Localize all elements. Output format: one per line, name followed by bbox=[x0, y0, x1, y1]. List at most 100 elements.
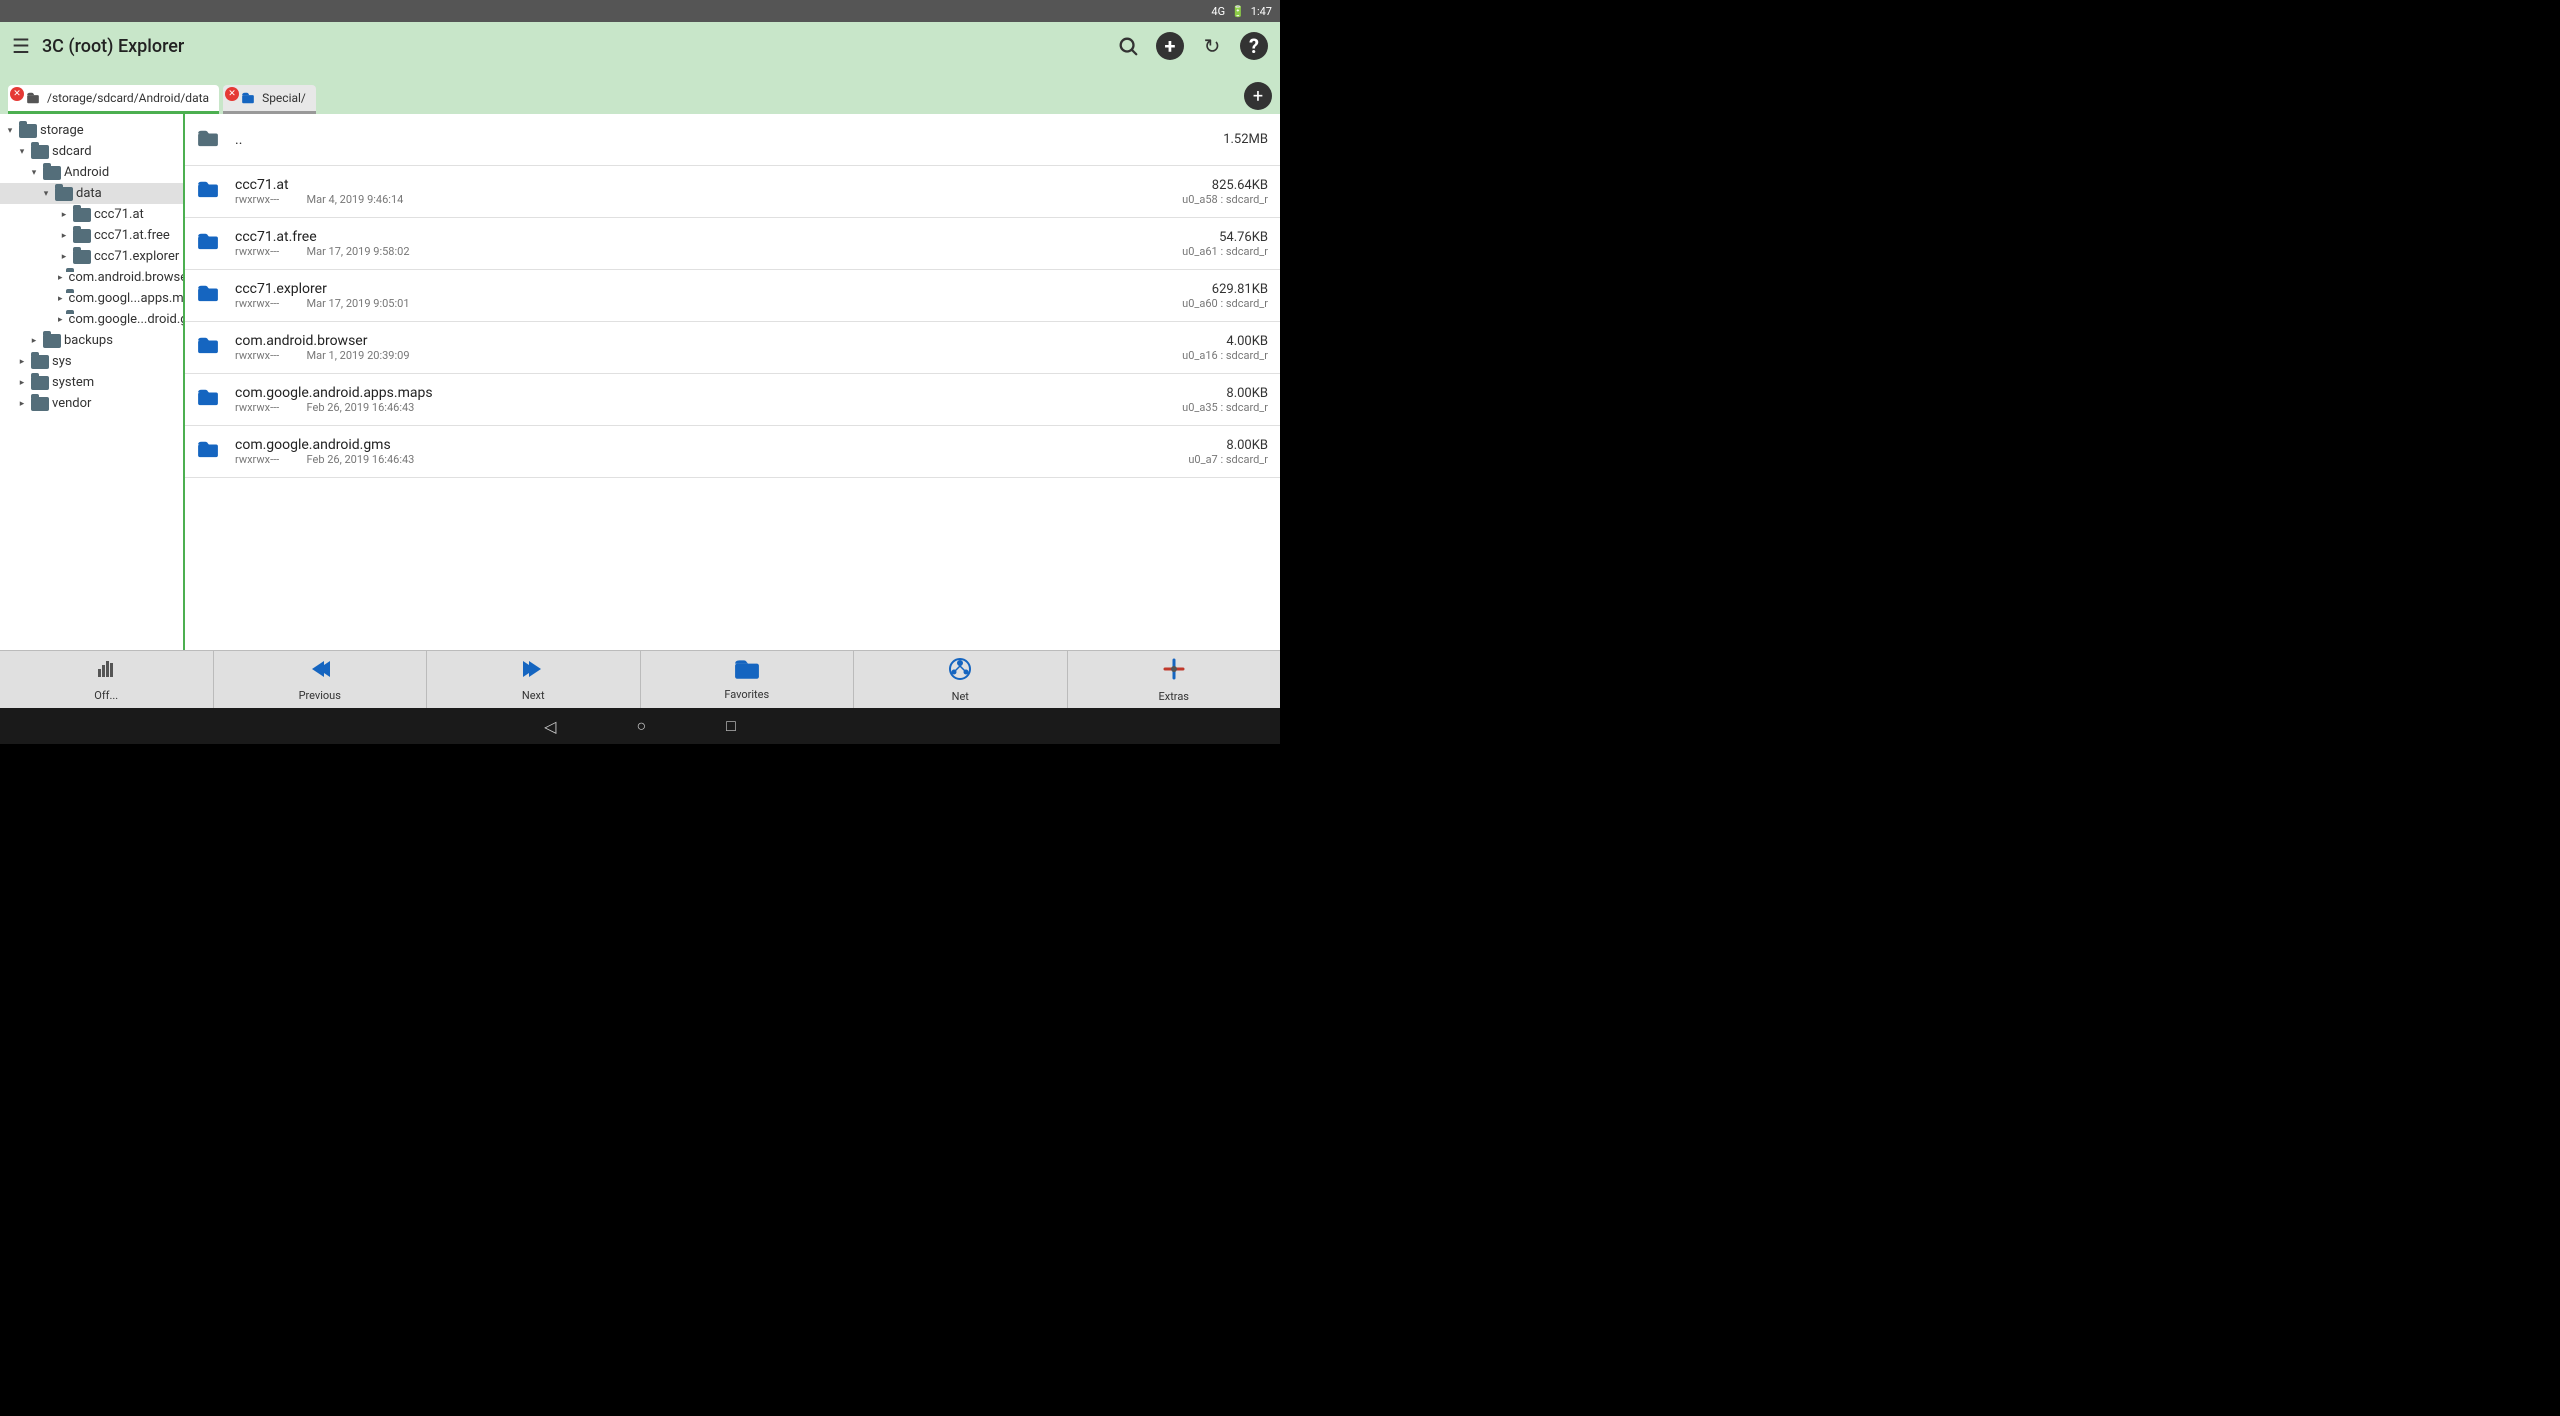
extras-button[interactable]: Extras bbox=[1068, 651, 1281, 708]
tree-item-googlegms[interactable]: ▸ com.google...droid.gms bbox=[0, 309, 183, 330]
file-row-combrowser[interactable]: com.android.browser rwxrwx--- Mar 1, 201… bbox=[185, 322, 1280, 374]
tree-item-ccc71explorer[interactable]: ▸ ccc71.explorer bbox=[0, 246, 183, 267]
tree-item-data[interactable]: ▾ data bbox=[0, 183, 183, 204]
file-info-googlegms: com.google.android.gms rwxrwx--- Feb 26,… bbox=[235, 437, 1188, 466]
tree-item-sys[interactable]: ▸ sys bbox=[0, 351, 183, 372]
file-meta-googlegms: rwxrwx--- Feb 26, 2019 16:46:43 bbox=[235, 453, 1188, 466]
folder-icon-googlemaps-file bbox=[197, 387, 225, 412]
tree-item-googlemaps[interactable]: ▸ com.googl...apps.maps bbox=[0, 288, 183, 309]
file-right-combrowser: 4.00KB u0_a16 : sdcard_r bbox=[1182, 334, 1268, 362]
back-button[interactable]: ◁ bbox=[544, 717, 556, 736]
off-button[interactable]: Off... bbox=[0, 651, 214, 708]
file-name-googlemaps: com.google.android.apps.maps bbox=[235, 385, 1182, 401]
next-button[interactable]: Next bbox=[427, 651, 641, 708]
file-row-ccc71atfree[interactable]: ccc71.at.free rwxrwx--- Mar 17, 2019 9:5… bbox=[185, 218, 1280, 270]
tree-item-backups[interactable]: ▸ backups bbox=[0, 330, 183, 351]
recent-button[interactable]: □ bbox=[726, 716, 736, 736]
tree-arrow-combrowser: ▸ bbox=[58, 273, 63, 283]
file-size-ccc71explorer: 629.81KB bbox=[1212, 282, 1268, 297]
tree-arrow-ccc71explorer: ▸ bbox=[58, 252, 70, 262]
folder-icon-ccc71at bbox=[73, 208, 91, 222]
add-icon[interactable]: + bbox=[1156, 32, 1184, 60]
tree-label-sys: sys bbox=[52, 354, 72, 369]
tree-arrow-googlemaps: ▸ bbox=[58, 294, 63, 304]
tree-item-combrowser[interactable]: ▸ com.android.browser bbox=[0, 267, 183, 288]
favorites-label: Favorites bbox=[724, 688, 769, 701]
tab-label-sdcard: /storage/sdcard/Android/data bbox=[47, 91, 209, 105]
tab-add-button[interactable]: + bbox=[1244, 82, 1272, 110]
folder-icon-ccc71atfree bbox=[73, 229, 91, 243]
file-row-parent[interactable]: .. 1.52MB bbox=[185, 114, 1280, 166]
file-meta-ccc71explorer: rwxrwx--- Mar 17, 2019 9:05:01 bbox=[235, 297, 1182, 310]
file-meta-ccc71at: rwxrwx--- Mar 4, 2019 9:46:14 bbox=[235, 193, 1182, 206]
folder-icon-parent bbox=[197, 128, 225, 152]
folder-icon-combrowser-file bbox=[197, 335, 225, 360]
action-icons: + ↻ ? bbox=[1114, 32, 1268, 60]
file-info-ccc71atfree: ccc71.at.free rwxrwx--- Mar 17, 2019 9:5… bbox=[235, 229, 1182, 258]
battery-indicator: 🔋 bbox=[1231, 5, 1245, 18]
net-label: Net bbox=[952, 690, 969, 703]
file-right-parent: 1.52MB bbox=[1223, 132, 1268, 147]
tab-special[interactable]: ✕ Special/ bbox=[223, 85, 316, 114]
net-icon bbox=[947, 656, 973, 688]
refresh-icon[interactable]: ↻ bbox=[1198, 32, 1226, 60]
tree-label-storage: storage bbox=[40, 123, 84, 138]
file-row-ccc71at[interactable]: ccc71.at rwxrwx--- Mar 4, 2019 9:46:14 8… bbox=[185, 166, 1280, 218]
extras-label: Extras bbox=[1159, 690, 1189, 703]
file-owner-googlegms: u0_a7 : sdcard_r bbox=[1188, 453, 1268, 466]
tree-item-android[interactable]: ▾ Android bbox=[0, 162, 183, 183]
tab-close-sdcard[interactable]: ✕ bbox=[10, 87, 24, 101]
time-display: 1:47 bbox=[1251, 5, 1272, 18]
file-info-googlemaps: com.google.android.apps.maps rwxrwx--- F… bbox=[235, 385, 1182, 414]
tree-label-sdcard: sdcard bbox=[52, 144, 92, 159]
tab-bar: ✕ /storage/sdcard/Android/data ✕ Special… bbox=[0, 70, 1280, 114]
file-panel: .. 1.52MB ccc71.at rwxrwx--- Mar 4, 2019… bbox=[185, 114, 1280, 650]
tree-arrow-sys: ▸ bbox=[16, 357, 28, 367]
tree-item-vendor[interactable]: ▸ vendor bbox=[0, 393, 183, 414]
file-right-ccc71at: 825.64KB u0_a58 : sdcard_r bbox=[1182, 178, 1268, 206]
folder-icon-ccc71explorer-file bbox=[197, 283, 225, 308]
off-icon bbox=[94, 657, 118, 687]
folder-icon-data bbox=[55, 187, 73, 201]
file-info-parent: .. bbox=[235, 132, 1223, 148]
file-right-ccc71atfree: 54.76KB u0_a61 : sdcard_r bbox=[1182, 230, 1268, 258]
help-icon[interactable]: ? bbox=[1240, 32, 1268, 60]
tab-close-special[interactable]: ✕ bbox=[225, 87, 239, 101]
file-right-googlegms: 8.00KB u0_a7 : sdcard_r bbox=[1188, 438, 1268, 466]
tree-item-ccc71atfree[interactable]: ▸ ccc71.at.free bbox=[0, 225, 183, 246]
tree-arrow-storage: ▾ bbox=[4, 126, 16, 136]
previous-button[interactable]: Previous bbox=[214, 651, 428, 708]
file-row-googlemaps[interactable]: com.google.android.apps.maps rwxrwx--- F… bbox=[185, 374, 1280, 426]
tree-item-storage[interactable]: ▾ storage bbox=[0, 120, 183, 141]
tab-sdcard[interactable]: ✕ /storage/sdcard/Android/data bbox=[8, 85, 219, 114]
net-button[interactable]: Net bbox=[854, 651, 1068, 708]
file-row-googlegms[interactable]: com.google.android.gms rwxrwx--- Feb 26,… bbox=[185, 426, 1280, 478]
folder-icon-ccc71atfree-file bbox=[197, 231, 225, 256]
file-size-ccc71atfree: 54.76KB bbox=[1219, 230, 1268, 245]
file-meta-ccc71atfree: rwxrwx--- Mar 17, 2019 9:58:02 bbox=[235, 245, 1182, 258]
file-owner-combrowser: u0_a16 : sdcard_r bbox=[1182, 349, 1268, 362]
file-name-ccc71explorer: ccc71.explorer bbox=[235, 281, 1182, 297]
tree-item-system[interactable]: ▸ system bbox=[0, 372, 183, 393]
tree-arrow-data: ▾ bbox=[40, 189, 52, 199]
search-icon[interactable] bbox=[1114, 32, 1142, 60]
tree-item-sdcard[interactable]: ▾ sdcard bbox=[0, 141, 183, 162]
tree-arrow-vendor: ▸ bbox=[16, 399, 28, 409]
tree-arrow-system: ▸ bbox=[16, 378, 28, 388]
file-row-ccc71explorer[interactable]: ccc71.explorer rwxrwx--- Mar 17, 2019 9:… bbox=[185, 270, 1280, 322]
home-button[interactable]: ○ bbox=[636, 716, 646, 736]
menu-icon[interactable]: ☰ bbox=[12, 34, 30, 58]
file-owner-ccc71explorer: u0_a60 : sdcard_r bbox=[1182, 297, 1268, 310]
tree-item-ccc71at[interactable]: ▸ ccc71.at bbox=[0, 204, 183, 225]
tree-label-backups: backups bbox=[64, 333, 113, 348]
extras-icon bbox=[1161, 656, 1187, 688]
favorites-button[interactable]: Favorites bbox=[641, 651, 855, 708]
next-label: Next bbox=[522, 689, 545, 702]
folder-icon-vendor bbox=[31, 397, 49, 411]
file-info-ccc71at: ccc71.at rwxrwx--- Mar 4, 2019 9:46:14 bbox=[235, 177, 1182, 206]
tree-label-ccc71atfree: ccc71.at.free bbox=[94, 228, 170, 243]
folder-icon-googlegms-file bbox=[197, 439, 225, 464]
file-owner-googlemaps: u0_a35 : sdcard_r bbox=[1182, 401, 1268, 414]
tree-label-data: data bbox=[76, 186, 102, 201]
favorites-icon bbox=[734, 658, 760, 686]
